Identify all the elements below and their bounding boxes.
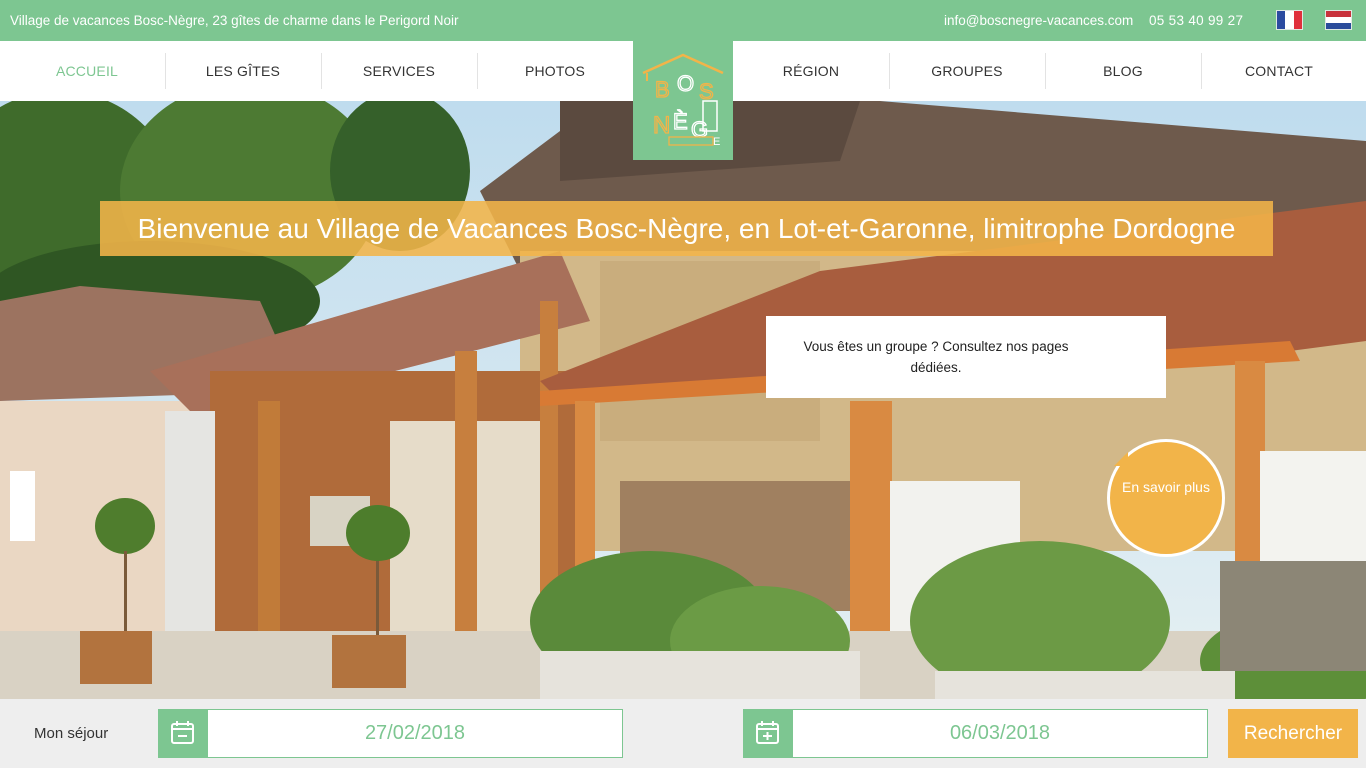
group-callout: Vous êtes un groupe ? Consultez nos page…	[766, 316, 1166, 398]
departure-date-group: 06/03/2018	[743, 709, 1208, 758]
departure-date-input[interactable]: 06/03/2018	[792, 709, 1208, 758]
site-logo[interactable]: B O S N È G E	[633, 41, 733, 160]
calendar-minus-icon[interactable]	[158, 709, 207, 758]
nav-item-blog[interactable]: BLOG	[1045, 41, 1201, 101]
nav-item-region[interactable]: RÉGION	[733, 41, 889, 101]
nav-item-les-gites[interactable]: LES GÎTES	[165, 41, 321, 101]
hero-title: Bienvenue au Village de Vacances Bosc-Nè…	[100, 201, 1273, 256]
nav-item-accueil[interactable]: ACCUEIL	[9, 41, 165, 101]
top-bar: Village de vacances Bosc-Nègre, 23 gîtes…	[0, 0, 1366, 41]
contact-email-link[interactable]: info@boscnegre-vacances.com	[944, 13, 1133, 28]
calendar-plus-icon[interactable]	[743, 709, 792, 758]
group-callout-text: Vous êtes un groupe ? Consultez nos page…	[803, 339, 1069, 375]
hero-photo	[0, 101, 1366, 699]
nav-item-groupes[interactable]: GROUPES	[889, 41, 1045, 101]
arrival-date-group: 27/02/2018	[158, 709, 623, 758]
flag-fr-icon[interactable]	[1276, 10, 1303, 30]
svg-text:B: B	[655, 77, 670, 102]
stay-label: Mon séjour	[34, 725, 109, 742]
logo-mark-icon: B O S N È G E	[642, 53, 724, 148]
flag-nl-icon[interactable]	[1325, 10, 1352, 30]
hero-banner: Bienvenue au Village de Vacances Bosc-Nè…	[0, 101, 1366, 699]
arrival-date-input[interactable]: 27/02/2018	[207, 709, 623, 758]
nav-item-services[interactable]: SERVICES	[321, 41, 477, 101]
booking-bar: Mon séjour 27/02/2018 06/03/2018 Recherc…	[0, 699, 1366, 768]
contact-phone[interactable]: 05 53 40 99 27	[1149, 13, 1243, 28]
callout-tail	[1114, 452, 1128, 466]
svg-text:N: N	[653, 112, 670, 139]
nav-item-contact[interactable]: CONTACT	[1201, 41, 1357, 101]
search-button[interactable]: Rechercher	[1228, 709, 1358, 758]
svg-text:G: G	[691, 117, 708, 142]
site-tagline: Village de vacances Bosc-Nègre, 23 gîtes…	[10, 13, 459, 28]
svg-text:È: È	[673, 109, 688, 134]
nav-item-photos[interactable]: PHOTOS	[477, 41, 633, 101]
svg-text:O: O	[677, 71, 694, 96]
svg-text:E: E	[713, 136, 720, 148]
